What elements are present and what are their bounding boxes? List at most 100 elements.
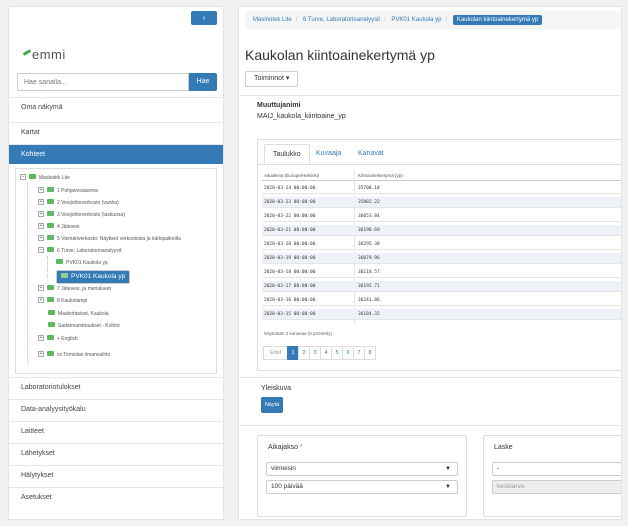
breadcrumb: Masinotek Lite/ 6 Turve, Laboratorioanal… bbox=[245, 11, 621, 29]
expand-icon[interactable]: + bbox=[38, 223, 44, 229]
tree-node[interactable]: +1 Pohjavesiasema bbox=[38, 186, 98, 197]
breadcrumb-link[interactable]: PVK01 Kaukola yp bbox=[391, 17, 441, 23]
tab-kuvaaja[interactable]: Kuvaaja bbox=[308, 144, 349, 164]
expand-icon[interactable]: + bbox=[38, 351, 44, 357]
folder-icon bbox=[47, 335, 54, 340]
nav-item-kohteet[interactable]: Kohteet bbox=[9, 144, 223, 164]
nav-item-oma-nakyma[interactable]: Oma näkymä bbox=[9, 97, 223, 117]
tree-node[interactable]: + xx Torniolan ilmanvaihto bbox=[38, 350, 110, 361]
chevron-right-icon: › bbox=[202, 13, 206, 22]
folder-icon bbox=[47, 285, 54, 290]
expand-icon[interactable]: + bbox=[38, 211, 44, 217]
search-input[interactable] bbox=[17, 73, 189, 91]
tree-node[interactable]: +8 Kaukolampi bbox=[38, 296, 87, 307]
period-type-select[interactable]: viimeisin ▼ bbox=[266, 462, 458, 476]
breadcrumb-link[interactable]: Masinotek Lite bbox=[253, 17, 292, 23]
nav-item-data-analyysityokalu[interactable]: Data-analyysityökalu bbox=[9, 399, 223, 419]
collapse-icon[interactable]: − bbox=[20, 174, 26, 180]
calc-method-select: keskiarvo bbox=[492, 480, 621, 494]
folder-icon bbox=[47, 247, 54, 252]
nav-item-laitteet[interactable]: Laitteet bbox=[9, 421, 223, 441]
column-header-time[interactable]: Aikaleima (Europe/Helsinki) bbox=[264, 170, 319, 181]
tree-node-root[interactable]: − Maskotek Lite bbox=[20, 173, 70, 184]
breadcrumb-link[interactable]: 6 Turve, Laboratorioanalyysit bbox=[303, 17, 380, 23]
search-bar: Hae bbox=[17, 73, 217, 91]
tree-node[interactable]: −6 Turve, Laboratorioanalyysit bbox=[38, 246, 121, 257]
nav-item-laboratoriotulokset[interactable]: Laboratoriotulokset bbox=[9, 377, 223, 397]
app-logo[interactable]: emmi bbox=[22, 47, 66, 62]
pagination-page[interactable]: 8 bbox=[364, 346, 377, 360]
expand-icon[interactable]: + bbox=[38, 285, 44, 291]
table-row: 2020-03-22 00:00:00 36053.84 bbox=[262, 211, 621, 222]
table-row: 2020-03-20 00:00:00 36295.38 bbox=[262, 239, 621, 250]
folder-icon bbox=[61, 273, 68, 278]
breadcrumb-current: Kaukolan kiintoainekertymä yp bbox=[452, 15, 543, 25]
chevron-down-icon: ▼ bbox=[445, 484, 451, 490]
folder-icon bbox=[56, 259, 63, 264]
table-row: 2020-03-16 00:00:00 36241.86 bbox=[262, 295, 621, 306]
nav-item-asetukset[interactable]: Asetukset bbox=[9, 487, 223, 507]
column-header-value[interactable]: Kiintoainekertymä (yp) bbox=[358, 170, 403, 181]
period-box: Aikajakso * viimeisin ▼ 100 päivää ▼ bbox=[257, 435, 467, 517]
logo-text: emmi bbox=[32, 47, 66, 62]
tree-node[interactable]: + + English bbox=[38, 334, 78, 345]
folder-icon bbox=[48, 322, 55, 327]
tree-guide-line bbox=[27, 183, 28, 363]
calc-label: Laske bbox=[494, 444, 513, 451]
tree-node[interactable]: Maakohtaiset, Kaukola bbox=[48, 309, 109, 320]
variable-name-label: Muuttujanimi bbox=[257, 102, 301, 109]
table-row: 2020-03-24 00:00:00 35708.18 bbox=[262, 183, 621, 194]
sidebar-toggle-button[interactable]: › bbox=[191, 11, 217, 25]
folder-icon bbox=[48, 310, 55, 315]
actions-dropdown-button[interactable]: Toiminnot ▾ bbox=[245, 71, 299, 87]
tab-kanavat[interactable]: Kanavat bbox=[350, 144, 392, 164]
tree-node[interactable]: +3 Vesijohtoverkosto (laskuosa) bbox=[38, 210, 125, 221]
folder-icon bbox=[47, 211, 54, 216]
expand-icon[interactable]: + bbox=[38, 199, 44, 205]
tree-node[interactable]: +7 Jätevesi, ja merialueet bbox=[38, 284, 111, 295]
logo-mark-icon bbox=[22, 49, 32, 56]
folder-icon bbox=[47, 297, 54, 302]
folder-icon bbox=[47, 187, 54, 192]
folder-icon bbox=[47, 351, 54, 356]
object-tree: − Maskotek Lite +1 Pohjavesiasema +2 Vesi… bbox=[15, 168, 217, 374]
table-row: 2020-03-17 00:00:00 36192.71 bbox=[262, 281, 621, 292]
pagination: Edel 1 2 3 4 5 6 7 8 bbox=[263, 346, 377, 360]
nav-item-kartat[interactable]: Kartat bbox=[9, 122, 223, 142]
tree-node[interactable]: +5 Viemäriverkosto: Näytteet verkostosta… bbox=[38, 234, 181, 245]
data-panel: Taulukko Kuvaaja Kanavat Aikaleima (Euro… bbox=[257, 139, 621, 371]
nav-item-lahetykset[interactable]: Lähetykset bbox=[9, 443, 223, 463]
nav-item-halytykset[interactable]: Hälytykset bbox=[9, 465, 223, 485]
tree-node-selected[interactable]: PVK01 Kaukola yp bbox=[56, 270, 131, 284]
table-row: 2020-03-15 00:00:00 36184.32 bbox=[262, 309, 621, 320]
table-row: 2020-03-23 00:00:00 35882.22 bbox=[262, 197, 621, 208]
expand-icon[interactable]: + bbox=[38, 297, 44, 303]
expand-icon[interactable]: + bbox=[38, 235, 44, 241]
chevron-down-icon: ▼ bbox=[445, 466, 451, 472]
show-overview-button[interactable]: Näytä bbox=[261, 397, 283, 413]
table-row: 2020-03-18 00:00:00 36118.57 bbox=[262, 267, 621, 278]
folder-icon bbox=[47, 199, 54, 204]
folder-icon bbox=[47, 235, 54, 240]
expand-icon[interactable]: + bbox=[38, 187, 44, 193]
folder-icon bbox=[47, 223, 54, 228]
search-button[interactable]: Hae bbox=[189, 73, 217, 91]
calc-interval-select[interactable]: - bbox=[492, 462, 621, 476]
expand-icon[interactable]: + bbox=[38, 335, 44, 341]
table-summary: Näytetään 2 kanavaa (9 pöörtetty) bbox=[264, 331, 333, 336]
required-marker: * bbox=[299, 444, 303, 451]
tree-node[interactable]: +4 Jätevesi bbox=[38, 222, 80, 233]
tab-taulukko[interactable]: Taulukko bbox=[264, 144, 310, 164]
tree-node[interactable]: PVK01 Kaukola yp bbox=[56, 258, 108, 269]
calc-box: Laske - keskiarvo bbox=[483, 435, 621, 517]
tree-node[interactable]: Sadannamittaukset - Kohtot bbox=[48, 321, 120, 332]
main-content: Masinotek Lite/ 6 Turve, Laboratorioanal… bbox=[238, 6, 622, 520]
period-length-select[interactable]: 100 päivää ▼ bbox=[266, 480, 458, 494]
tree-node[interactable]: +2 Vesijohtoverkosto (vanha) bbox=[38, 198, 119, 209]
collapse-icon[interactable]: − bbox=[38, 247, 44, 253]
overview-label: Yleiskuva bbox=[261, 385, 291, 392]
sidebar: › emmi Hae Oma näkymä Kartat Kohteet −Ma… bbox=[8, 6, 224, 520]
pagination-prev[interactable]: Edel bbox=[263, 346, 289, 360]
table-header: Aikaleima (Europe/Helsinki) Kiintoaineker… bbox=[262, 170, 621, 181]
tree-guide-line bbox=[47, 256, 48, 278]
